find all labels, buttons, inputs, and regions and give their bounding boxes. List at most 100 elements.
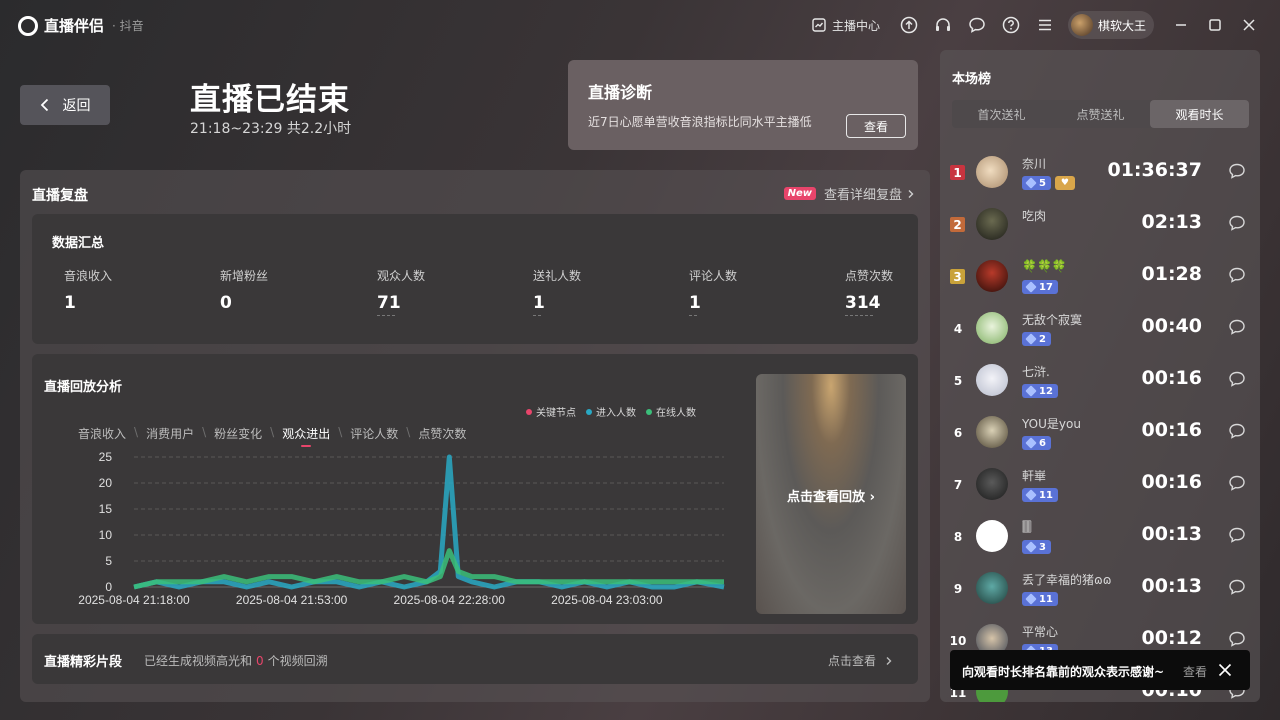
- chat-bubble-icon[interactable]: [1228, 630, 1246, 648]
- username: 棋软大王: [1097, 18, 1146, 33]
- metric-revenue: 音浪收入 1: [64, 267, 214, 313]
- avatar[interactable]: [976, 520, 1008, 552]
- watch-time: 01:36:37: [1107, 159, 1202, 181]
- viewer-name: 丢了幸福的猪ɷɷ: [1022, 573, 1112, 587]
- rank-row: 2 吃肉 02:13: [940, 202, 1260, 254]
- chat-bubble-icon[interactable]: [1228, 266, 1246, 284]
- level-value: 12: [1039, 385, 1053, 397]
- viewer-badges: 3: [1022, 540, 1051, 554]
- metric-commenters: 评论人数 1: [689, 267, 839, 316]
- detail-review-label: 查看详细复盘: [823, 188, 902, 203]
- level-value: 11: [1039, 593, 1053, 605]
- level-value: 6: [1039, 437, 1046, 449]
- rank-number: 7: [953, 477, 963, 492]
- viewer-name: 平常心: [1022, 625, 1059, 639]
- y-tick-label: 5: [105, 554, 112, 568]
- headset-icon[interactable]: [934, 16, 952, 34]
- level-badge: 6: [1022, 436, 1051, 450]
- help-icon[interactable]: [1002, 16, 1020, 34]
- rank-number: 9: [953, 581, 963, 596]
- diamond-icon: [1025, 385, 1037, 397]
- diagnosis-view-button[interactable]: 查看: [846, 114, 906, 138]
- clips-count: 0: [256, 654, 264, 668]
- tab-first-gift[interactable]: 首次送礼: [952, 100, 1051, 128]
- chevron-right-icon: ›: [869, 490, 875, 505]
- maximize-button[interactable]: [1198, 0, 1232, 50]
- level-value: 2: [1039, 333, 1046, 345]
- level-badge: 12: [1022, 384, 1058, 398]
- rank-number: 4: [953, 321, 963, 336]
- x-tick-label: 2025-08-04 22:28:00: [394, 593, 506, 607]
- tab-watch-time[interactable]: 观看时长: [1150, 100, 1249, 128]
- chevron-right-icon: [886, 656, 892, 665]
- avatar[interactable]: [976, 572, 1008, 604]
- viewer-name: 🍀🍀🍀: [1022, 259, 1067, 273]
- rank-row: 6 YOU是you 6 00:16: [940, 410, 1260, 462]
- chat-bubble-icon[interactable]: [1228, 370, 1246, 388]
- viewer-badges: 17: [1022, 280, 1058, 294]
- toast-text: 向观看时长排名靠前的观众表示感谢~: [962, 665, 1165, 679]
- clips-desc-after: 个视频回溯: [267, 654, 328, 668]
- thanks-toast: 向观看时长排名靠前的观众表示感谢~ 查看: [950, 650, 1250, 690]
- anchor-center-button[interactable]: 主播中心: [802, 16, 880, 34]
- diamond-icon: [1025, 489, 1037, 501]
- metric-value: 71: [377, 293, 401, 313]
- avatar[interactable]: [976, 312, 1008, 344]
- avatar[interactable]: [976, 416, 1008, 448]
- underline: [689, 315, 697, 316]
- diagnosis-card: 直播诊断 近7日心愿单营收音浪指标比同水平主播低 查看: [568, 60, 918, 150]
- watch-time: 00:13: [1141, 575, 1202, 597]
- avatar[interactable]: [976, 260, 1008, 292]
- clips-view-link[interactable]: 点击查看: [828, 652, 894, 669]
- back-button[interactable]: 返回: [20, 85, 110, 125]
- replay-label: 点击查看回放 ›: [756, 486, 906, 505]
- viewer-badges: 2: [1022, 332, 1051, 346]
- user-profile[interactable]: 棋软大王: [1067, 11, 1154, 39]
- rank-row: 5 七浒. 12 00:16: [940, 358, 1260, 410]
- rank-number: 10: [949, 633, 967, 648]
- viewer-name: 七浒.: [1022, 365, 1050, 379]
- tab-like-gift[interactable]: 点赞送礼: [1051, 100, 1150, 128]
- rank-row: 4 无敌个寂寞 2 00:40: [940, 306, 1260, 358]
- watch-time: 01:28: [1141, 263, 1202, 285]
- chat-bubble-icon[interactable]: [1228, 422, 1246, 440]
- y-tick-label: 15: [99, 502, 113, 516]
- level-badge: 5: [1022, 176, 1051, 190]
- watch-time: 02:13: [1141, 211, 1202, 233]
- rank-row: 7 軒崋 11 00:16: [940, 462, 1260, 514]
- close-button[interactable]: [1232, 0, 1266, 50]
- x-tick-label: 2025-08-04 21:18:00: [78, 593, 190, 607]
- replay-thumbnail[interactable]: 点击查看回放 ›: [756, 374, 906, 614]
- new-badge: New: [783, 187, 816, 200]
- maximize-icon: [1209, 19, 1221, 31]
- highlight-clips-card: 直播精彩片段 已经生成视频高光和 0 个视频回溯 点击查看: [32, 634, 918, 684]
- avatar[interactable]: [976, 156, 1008, 188]
- diagnosis-title: 直播诊断: [588, 83, 653, 102]
- minimize-button[interactable]: [1164, 0, 1198, 50]
- avatar[interactable]: [976, 208, 1008, 240]
- level-badge: 11: [1022, 592, 1058, 606]
- back-label: 返回: [62, 98, 91, 114]
- upload-icon[interactable]: [900, 16, 918, 34]
- avatar[interactable]: [976, 364, 1008, 396]
- detail-review-link[interactable]: New 查看详细复盘: [783, 184, 916, 203]
- metric-value: 1: [533, 293, 545, 313]
- chat-bubble-icon[interactable]: [1228, 214, 1246, 232]
- avatar[interactable]: [976, 468, 1008, 500]
- chat-bubble-icon[interactable]: [1228, 318, 1246, 336]
- metric-value: 0: [220, 293, 232, 313]
- chat-bubble-icon[interactable]: [1228, 526, 1246, 544]
- viewer-name: 无敌个寂寞: [1022, 313, 1083, 327]
- x-tick-label: 2025-08-04 21:53:00: [236, 593, 348, 607]
- menu-icon[interactable]: [1036, 16, 1054, 34]
- message-icon[interactable]: [968, 16, 986, 34]
- chat-bubble-icon[interactable]: [1228, 162, 1246, 180]
- chat-bubble-icon[interactable]: [1228, 474, 1246, 492]
- toast-view-button[interactable]: 查看: [1183, 663, 1207, 680]
- y-tick-label: 20: [99, 476, 113, 490]
- viewer-name: 軒崋: [1022, 469, 1047, 483]
- watch-time: 00:16: [1141, 367, 1202, 389]
- toast-close-button[interactable]: [1218, 662, 1232, 681]
- chat-bubble-icon[interactable]: [1228, 578, 1246, 596]
- replay-label-text: 点击查看回放: [787, 490, 866, 505]
